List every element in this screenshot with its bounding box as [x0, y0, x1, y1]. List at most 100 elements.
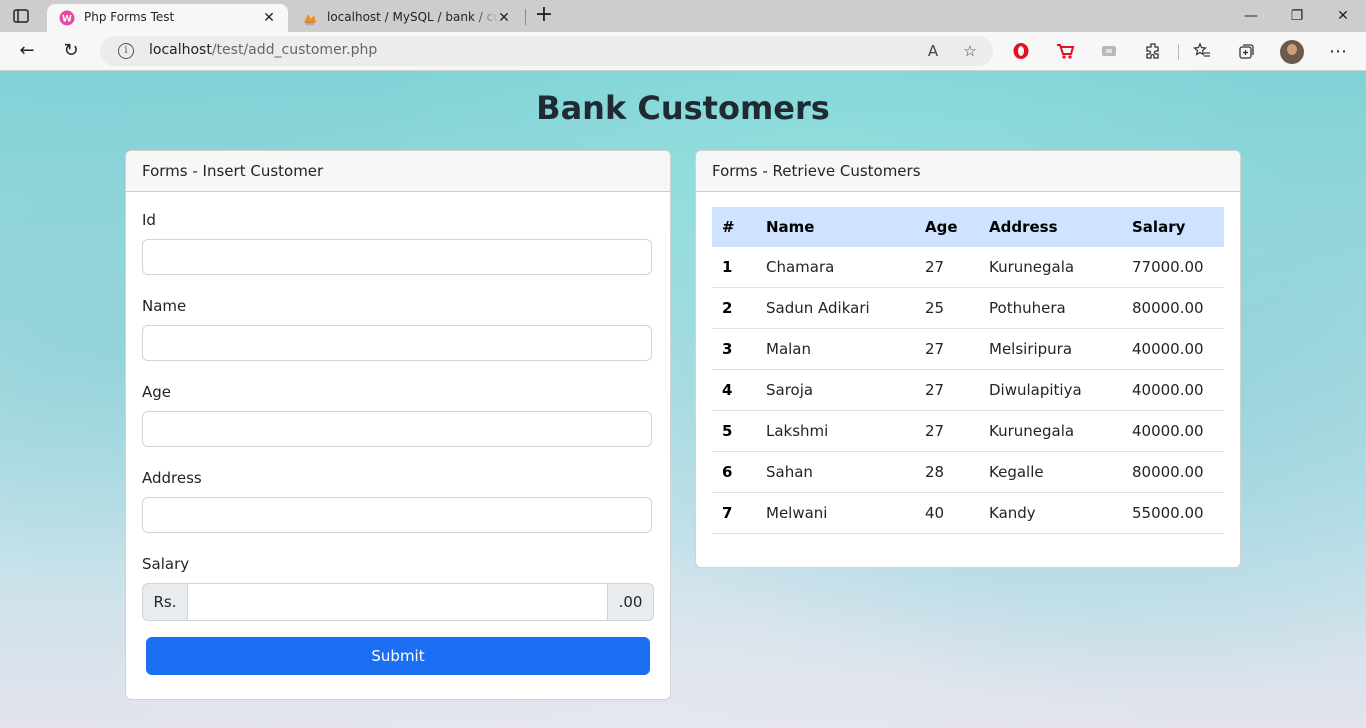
column-header: # — [712, 207, 756, 247]
cart-extension-icon[interactable] — [1054, 40, 1076, 62]
row-number: 1 — [712, 247, 756, 288]
table-row: 5 Lakshmi 27 Kurunegala 40000.00 — [712, 410, 1224, 452]
table-row: 4 Saroja 27 Diwulapitiya 40000.00 — [712, 369, 1224, 411]
age-field[interactable] — [142, 411, 652, 447]
url-path: /test/add_customer.php — [211, 42, 378, 58]
address-bar[interactable]: i localhost/test/add_customer.php A ☆ — [100, 36, 993, 66]
page-title: Bank Customers — [536, 89, 830, 127]
profile-avatar[interactable] — [1280, 40, 1304, 64]
cell-age: 28 — [915, 451, 979, 493]
table-row: 3 Malan 27 Melsiripura 40000.00 — [712, 328, 1224, 370]
url-host: localhost — [149, 42, 212, 58]
cell-salary: 40000.00 — [1122, 410, 1224, 452]
tab-actions-icon[interactable] — [12, 7, 30, 25]
cell-name: Malan — [756, 328, 915, 370]
toolbar-divider — [1178, 44, 1179, 60]
cell-name: Sadun Adikari — [756, 287, 915, 329]
name-label: Name — [142, 297, 187, 315]
column-header: Name — [756, 207, 915, 247]
tab-phpmyadmin[interactable]: PMA localhost / MySQL / bank / customer … — [290, 4, 523, 32]
favorites-icon[interactable] — [1191, 40, 1213, 62]
cell-address: Pothuhera — [979, 287, 1122, 329]
tab-divider — [525, 9, 526, 25]
row-number: 6 — [712, 451, 756, 493]
cell-age: 27 — [915, 247, 979, 288]
restore-icon[interactable]: ❐ — [1287, 6, 1307, 26]
salary-field[interactable] — [187, 583, 608, 621]
row-number: 5 — [712, 410, 756, 452]
more-options-icon[interactable]: ⋯ — [1327, 40, 1349, 62]
cell-address: Diwulapitiya — [979, 369, 1122, 411]
cell-salary: 80000.00 — [1122, 287, 1224, 329]
customers-table: # Name Age Address Salary 1 Chamara 27 K… — [712, 207, 1224, 534]
name-field[interactable] — [142, 325, 652, 361]
tab-bar: W Php Forms Test ✕ PMA localhost / MySQL… — [0, 0, 1366, 32]
cell-address: Kurunegala — [979, 247, 1122, 288]
refresh-icon[interactable]: ↻ — [60, 40, 82, 62]
page-viewport: Bank Customers Forms - Insert Customer I… — [0, 71, 1366, 728]
table-row: 7 Melwani 40 Kandy 55000.00 — [712, 492, 1224, 534]
read-aloud-icon[interactable]: A — [923, 41, 943, 61]
svg-text:PMA: PMA — [306, 22, 315, 27]
app-favicon-icon: W — [59, 10, 75, 26]
cell-address: Melsiripura — [979, 328, 1122, 370]
id-label: Id — [142, 211, 156, 229]
svg-text:W: W — [62, 15, 72, 25]
new-tab-icon[interactable]: + — [534, 4, 554, 26]
address-field[interactable] — [142, 497, 652, 533]
id-field[interactable] — [142, 239, 652, 275]
row-number: 4 — [712, 369, 756, 411]
column-header: Address — [979, 207, 1122, 247]
insert-card-header: Forms - Insert Customer — [126, 151, 670, 192]
tab-php-forms-test[interactable]: W Php Forms Test ✕ — [47, 4, 288, 32]
cell-name: Saroja — [756, 369, 915, 411]
site-info-icon[interactable]: i — [118, 43, 134, 59]
cell-age: 27 — [915, 369, 979, 411]
row-number: 7 — [712, 492, 756, 534]
collections-icon[interactable] — [1235, 40, 1257, 62]
screen-extension-icon[interactable] — [1098, 40, 1120, 62]
table-row: 1 Chamara 27 Kurunegala 77000.00 — [712, 247, 1224, 288]
close-tab-icon[interactable]: ✕ — [262, 11, 276, 25]
add-favorite-icon[interactable]: ☆ — [960, 41, 980, 61]
close-tab-icon[interactable]: ✕ — [497, 11, 511, 25]
cell-salary: 40000.00 — [1122, 328, 1224, 370]
retrieve-card-header: Forms - Retrieve Customers — [696, 151, 1240, 192]
salary-label: Salary — [142, 555, 190, 573]
cell-salary: 77000.00 — [1122, 247, 1224, 288]
retrieve-customers-card: Forms - Retrieve Customers # Name Age Ad… — [695, 150, 1241, 568]
cell-salary: 40000.00 — [1122, 369, 1224, 411]
cell-address: Kurunegala — [979, 410, 1122, 452]
phpmyadmin-favicon-icon: PMA — [302, 10, 318, 27]
cell-address: Kegalle — [979, 451, 1122, 493]
cell-age: 25 — [915, 287, 979, 329]
close-window-icon[interactable]: ✕ — [1333, 6, 1353, 26]
cell-name: Melwani — [756, 492, 915, 534]
salary-prefix: Rs. — [142, 583, 188, 621]
back-icon[interactable]: ← — [16, 40, 38, 62]
tab-title: localhost / MySQL / bank / customer — [327, 10, 499, 24]
toolbar: ← ↻ i localhost/test/add_customer.php A … — [0, 32, 1366, 71]
url-text[interactable]: localhost/test/add_customer.php — [149, 42, 377, 58]
table-row: 2 Sadun Adikari 25 Pothuhera 80000.00 — [712, 287, 1224, 329]
cell-age: 40 — [915, 492, 979, 534]
column-header: Salary — [1122, 207, 1224, 247]
cell-name: Sahan — [756, 451, 915, 493]
cell-name: Lakshmi — [756, 410, 915, 452]
table-row: 6 Sahan 28 Kegalle 80000.00 — [712, 451, 1224, 493]
age-label: Age — [142, 383, 172, 401]
row-number: 3 — [712, 328, 756, 370]
table-header-row: # Name Age Address Salary — [712, 207, 1224, 247]
cell-age: 27 — [915, 410, 979, 452]
tab-title: Php Forms Test — [84, 10, 175, 24]
cell-salary: 80000.00 — [1122, 451, 1224, 493]
cell-name: Chamara — [756, 247, 915, 288]
column-header: Age — [915, 207, 979, 247]
minimize-icon[interactable]: — — [1241, 6, 1261, 26]
opera-extension-icon[interactable] — [1010, 40, 1032, 62]
salary-suffix: .00 — [607, 583, 654, 621]
cell-address: Kandy — [979, 492, 1122, 534]
extensions-icon[interactable] — [1142, 40, 1164, 62]
cell-salary: 55000.00 — [1122, 492, 1224, 534]
submit-button[interactable]: Submit — [146, 637, 650, 675]
